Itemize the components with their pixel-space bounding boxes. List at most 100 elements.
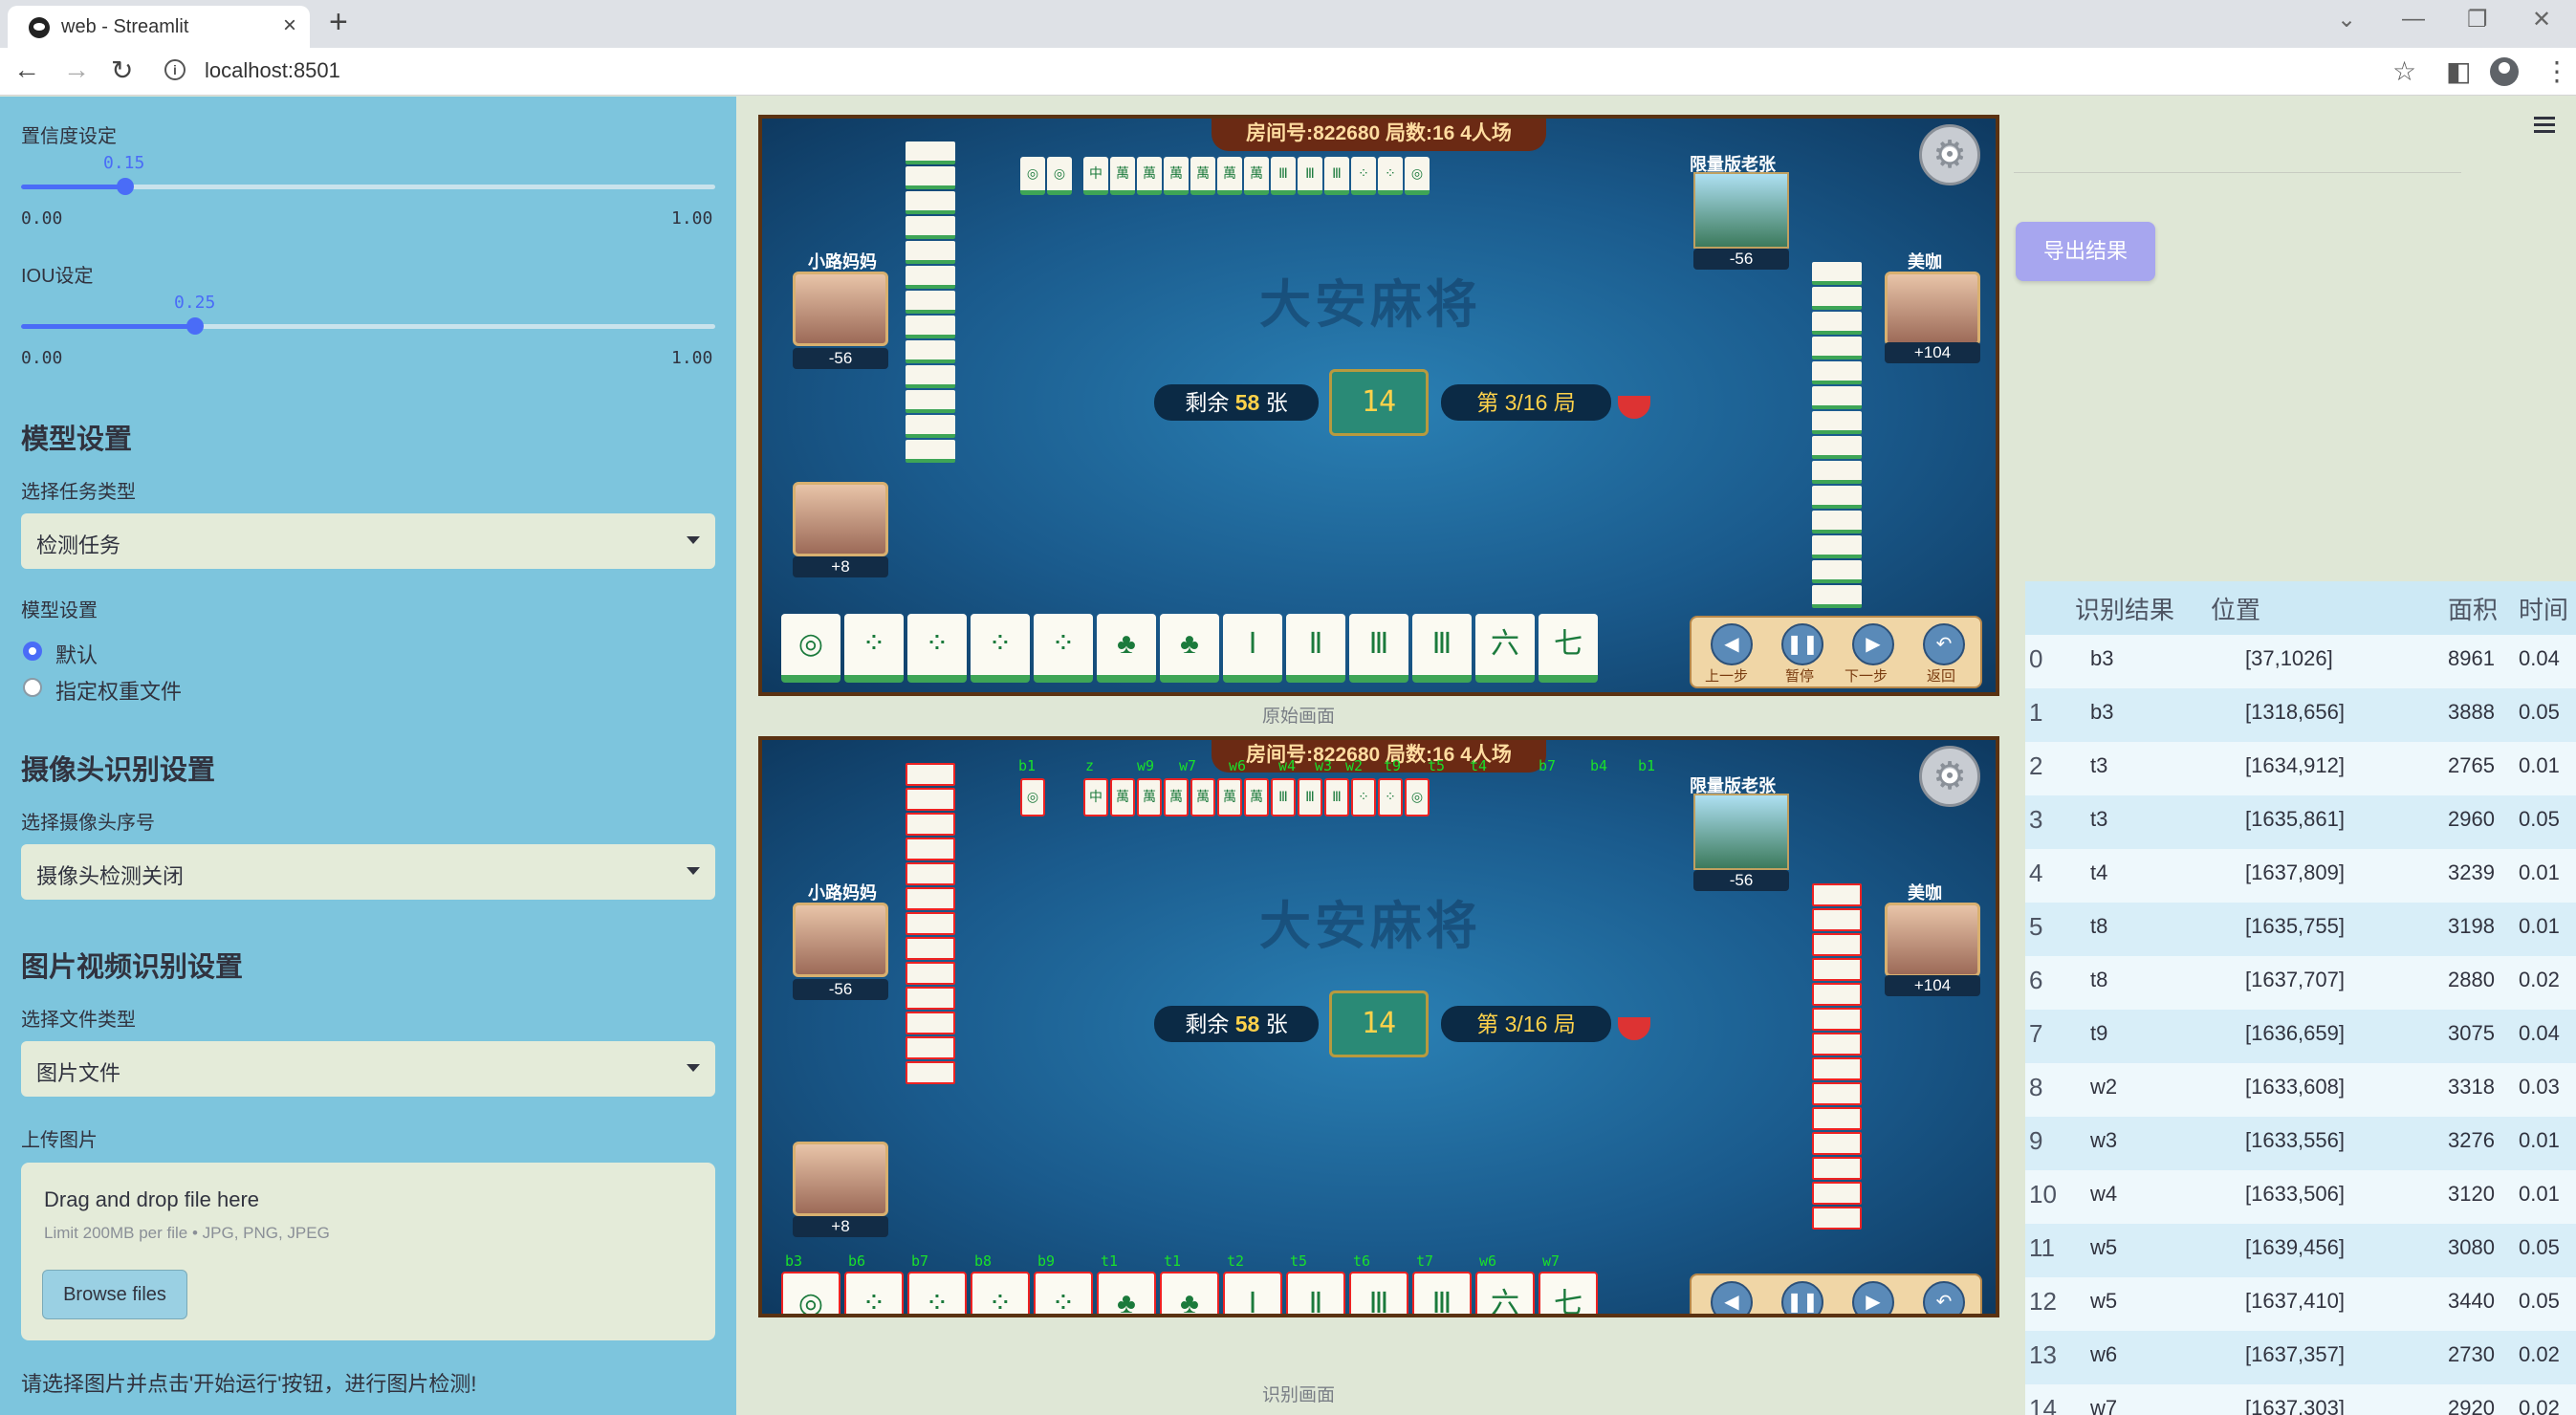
row-index: 10	[2029, 1180, 2057, 1208]
side-panel-icon[interactable]: ◧	[2446, 55, 2471, 87]
camera-select[interactable]: 摄像头检测关闭	[21, 844, 715, 900]
table-row[interactable]: 2 t3 [1634,912] 2765 0.01	[2025, 742, 2576, 795]
forward-icon[interactable]: →	[63, 54, 90, 85]
bowl-icon	[1618, 396, 1650, 419]
file-uploader-dropzone[interactable]: Drag and drop file here Limit 200MB per …	[21, 1163, 715, 1340]
radio-custom-weights[interactable]	[23, 678, 42, 697]
cell-class: w5	[2090, 1289, 2118, 1313]
table-row[interactable]: 1 b3 [1318,656] 3888 0.05	[2025, 688, 2576, 742]
table-row[interactable]: 10 w4 [1633,506] 3120 0.01	[2025, 1170, 2576, 1224]
center-panel: 剩余 58 张 14 第 3/16 局	[1154, 369, 1613, 436]
det-label-hand: w7	[1542, 1252, 1561, 1270]
player-bottom-score: +8	[793, 556, 888, 577]
round-info: 第 3/16 局	[1441, 384, 1611, 421]
table-row[interactable]: 3 t3 [1635,861] 2960 0.05	[2025, 795, 2576, 849]
radio-default-label[interactable]: 默认	[55, 639, 98, 669]
chevron-down-icon	[687, 536, 700, 544]
player-bottom-score: +8	[793, 1216, 888, 1237]
cell-position: [1637,303]	[2245, 1396, 2345, 1415]
conf-value: 0.15	[103, 153, 145, 173]
gear-icon: ⚙	[1919, 124, 1980, 185]
new-tab-icon[interactable]: +	[329, 4, 348, 41]
bookmark-star-icon[interactable]: ☆	[2392, 55, 2416, 87]
radio-custom-weights-label[interactable]: 指定权重文件	[55, 675, 182, 706]
cell-class: w7	[2090, 1396, 2118, 1415]
cell-class: w5	[2090, 1235, 2118, 1259]
row-index: 11	[2029, 1233, 2055, 1262]
player-left-score: -56	[793, 348, 888, 369]
browser-menu-icon[interactable]: ⋮	[2543, 55, 2570, 87]
close-tab-icon[interactable]: ×	[283, 12, 296, 39]
task-type-select[interactable]: 检测任务	[21, 513, 715, 569]
cell-area: 8961	[2448, 646, 2495, 670]
pause-label: 暂停	[1785, 668, 1815, 685]
cell-class: t3	[2090, 753, 2108, 777]
cell-class: b3	[2090, 700, 2114, 724]
table-row[interactable]: 14 w7 [1637,303] 2920 0.02	[2025, 1384, 2576, 1415]
cell-area: 3440	[2448, 1289, 2495, 1313]
url-field[interactable]: localhost:8501	[205, 58, 340, 83]
game-watermark: 大安麻将	[1259, 895, 1481, 956]
player-left-avatar	[793, 272, 888, 346]
header-time[interactable]: 时间	[2519, 591, 2568, 626]
tab-search-icon[interactable]: ⌄	[2337, 6, 2356, 33]
browse-files-button[interactable]: Browse files	[42, 1270, 187, 1319]
header-result[interactable]: 识别结果	[2075, 591, 2174, 626]
row-index: 8	[2029, 1073, 2043, 1101]
site-info-icon[interactable]: i	[164, 59, 186, 80]
filetype-value: 图片文件	[36, 1061, 121, 1085]
cell-time: 0.04	[2519, 1021, 2560, 1045]
cell-class: w2	[2090, 1075, 2118, 1099]
table-row[interactable]: 6 t8 [1637,707] 2880 0.02	[2025, 956, 2576, 1010]
table-row[interactable]: 4 t4 [1637,809] 3239 0.01	[2025, 849, 2576, 903]
row-index: 6	[2029, 966, 2043, 994]
top-tiles-detected: 中萬萬萬萬萬萬 Ⅲ Ⅲ Ⅲ ⁘ ⁘ ◎	[1083, 778, 1431, 816]
radio-default[interactable]	[23, 642, 42, 661]
reload-icon[interactable]: ↻	[111, 54, 133, 86]
profile-avatar-icon[interactable]	[2490, 57, 2519, 86]
iou-slider[interactable]	[21, 317, 715, 335]
restore-icon[interactable]: ❐	[2467, 6, 2488, 33]
table-row[interactable]: 7 t9 [1636,659] 3075 0.04	[2025, 1010, 2576, 1063]
det-label-top: b1	[1638, 757, 1656, 774]
cell-position: [1318,656]	[2245, 700, 2345, 724]
hamburger-menu-icon[interactable]	[2534, 117, 2555, 137]
next-step-label: 下一步	[1845, 668, 1888, 685]
cell-position: [1633,506]	[2245, 1182, 2345, 1206]
table-row[interactable]: 8 w2 [1633,608] 3318 0.03	[2025, 1063, 2576, 1117]
conf-slider[interactable]	[21, 178, 715, 195]
conf-slider-thumb[interactable]	[116, 178, 134, 195]
cell-area: 3276	[2448, 1128, 2495, 1152]
left-tile-column	[906, 142, 955, 465]
export-results-button[interactable]: 导出结果	[2016, 222, 2155, 281]
results-table[interactable]: 识别结果 位置 面积 时间 0 b3 [37,1026] 8961 0.04 1 b3 [13…	[2025, 581, 2576, 1415]
table-row[interactable]: 0 b3 [37,1026] 8961 0.04	[2025, 635, 2576, 688]
center-panel: 剩余 58 张 14 第 3/16 局	[1154, 990, 1613, 1057]
right-tile-column-detected	[1812, 883, 1862, 1231]
det-label-hand: t2	[1227, 1252, 1245, 1270]
playback-controls: ◀ ❚❚ ▶ ↶ 上一步 暂停 下一步 返回	[1690, 1274, 1982, 1314]
table-row[interactable]: 5 t8 [1635,755] 3198 0.01	[2025, 903, 2576, 956]
cell-time: 0.05	[2519, 700, 2560, 724]
header-area[interactable]: 面积	[2448, 591, 2498, 626]
player-right-score: +104	[1885, 975, 1980, 996]
cell-area: 3888	[2448, 700, 2495, 724]
browser-tab[interactable]: web - Streamlit ×	[8, 6, 310, 48]
dice-display: 14	[1329, 990, 1429, 1057]
iou-slider-thumb[interactable]	[186, 317, 204, 335]
table-row[interactable]: 11 w5 [1639,456] 3080 0.05	[2025, 1224, 2576, 1277]
det-label-hand: t1	[1164, 1252, 1182, 1270]
back-icon[interactable]: ←	[13, 54, 40, 85]
minimize-icon[interactable]: —	[2402, 6, 2425, 33]
filetype-select[interactable]: 图片文件	[21, 1041, 715, 1097]
table-row[interactable]: 12 w5 [1637,410] 3440 0.05	[2025, 1277, 2576, 1331]
table-row[interactable]: 13 w6 [1637,357] 2730 0.02	[2025, 1331, 2576, 1384]
remaining-tiles: 剩余 58 张	[1154, 384, 1319, 421]
header-position[interactable]: 位置	[2211, 591, 2260, 626]
cell-area: 3120	[2448, 1182, 2495, 1206]
next-step-icon: ▶	[1852, 1281, 1894, 1314]
playback-controls: ◀ ❚❚ ▶ ↶ 上一步 暂停 下一步 返回	[1690, 616, 1982, 688]
det-label-hand: b9	[1037, 1252, 1056, 1270]
close-window-icon[interactable]: ✕	[2532, 6, 2551, 33]
table-row[interactable]: 9 w3 [1633,556] 3276 0.01	[2025, 1117, 2576, 1170]
